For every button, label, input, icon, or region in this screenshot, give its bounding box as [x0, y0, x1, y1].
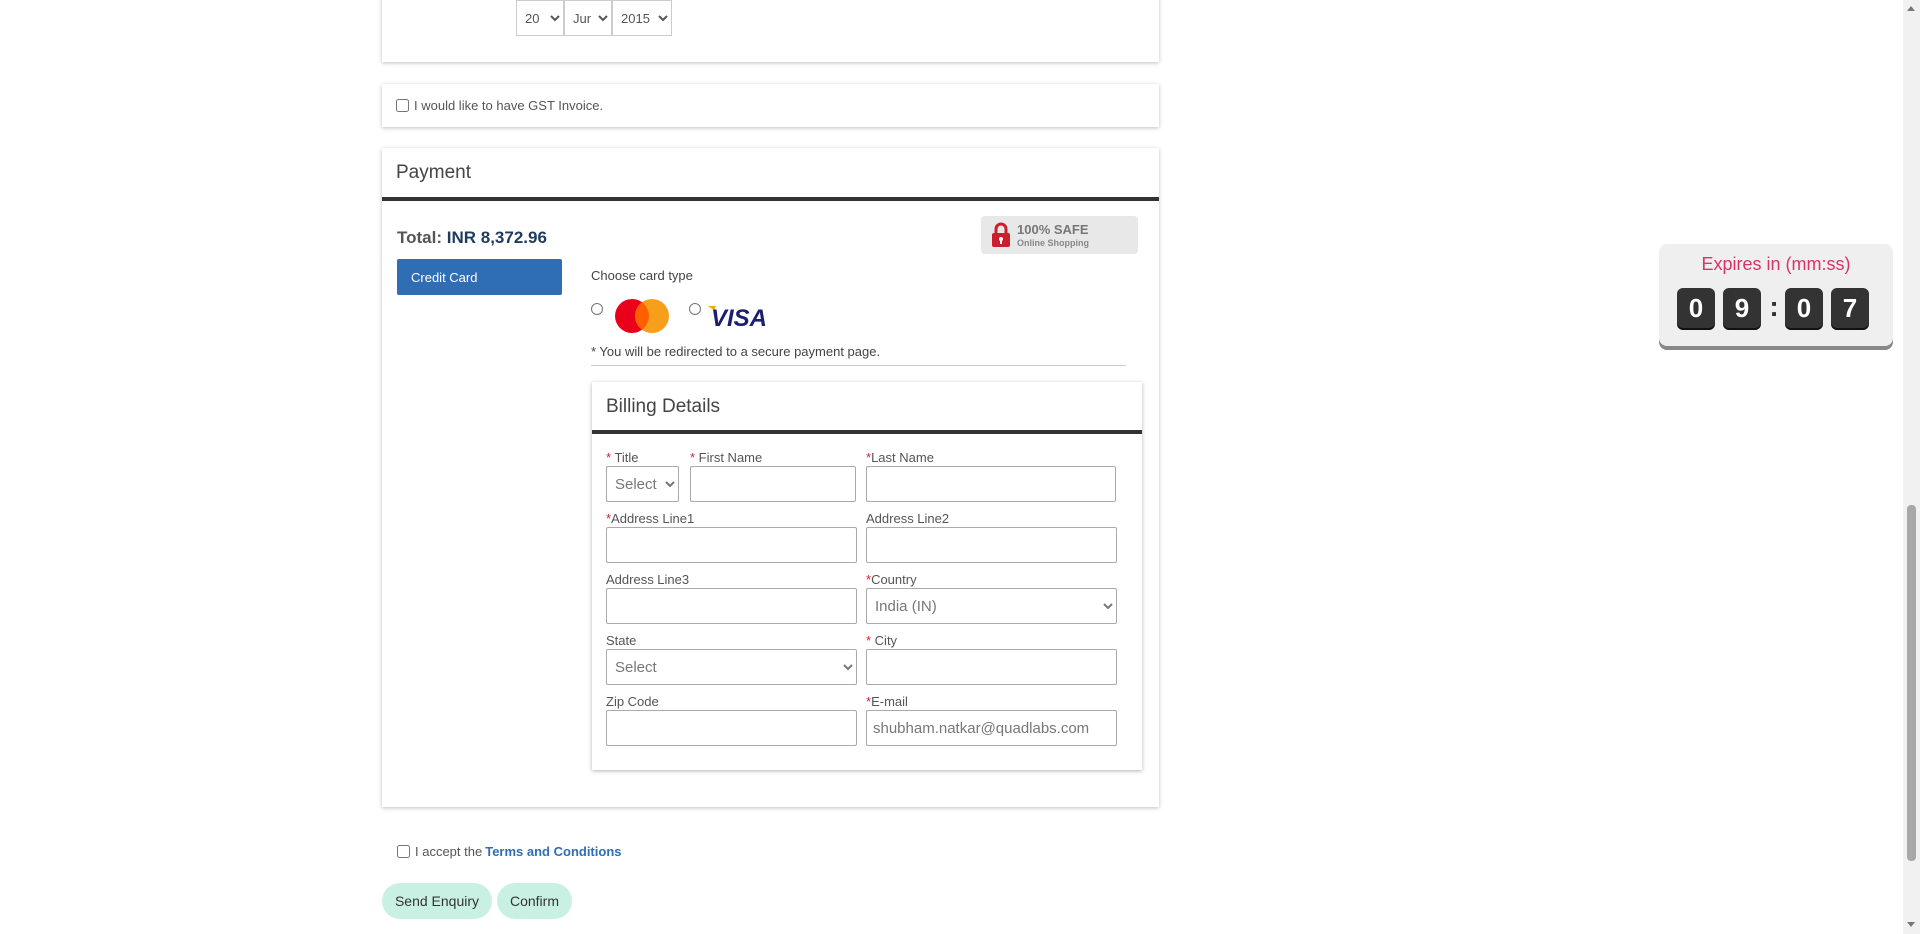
first-name-label: * First Name	[690, 450, 763, 465]
lock-icon	[992, 222, 1010, 247]
dob-month-select[interactable]: Jun	[564, 0, 612, 36]
zip-code-label: Zip Code	[606, 694, 659, 709]
safe-badge-title: 100% SAFE	[1017, 222, 1089, 237]
billing-title: Billing Details	[606, 396, 721, 417]
gst-checkbox-row[interactable]: I would like to have GST Invoice.	[396, 98, 603, 113]
state-select[interactable]: Select	[606, 649, 857, 685]
timer-digit: 9	[1723, 288, 1761, 328]
title-label: * Title	[606, 450, 639, 465]
email-label: *E-mail	[866, 694, 908, 709]
mastercard-logo	[615, 299, 669, 333]
timer-digit: 0	[1677, 288, 1715, 328]
dob-year-select[interactable]: 2015	[612, 0, 672, 36]
gst-checkbox[interactable]	[396, 99, 409, 112]
address-line2-input[interactable]	[866, 527, 1117, 563]
city-input[interactable]	[866, 649, 1117, 685]
svg-text:VISA: VISA	[711, 305, 767, 330]
city-label: * City	[866, 633, 898, 648]
timer-separator: :	[1769, 291, 1779, 322]
session-expiry-timer: Expires in (mm:ss) 0 9 : 0 7	[1659, 244, 1893, 346]
address-line1-input[interactable]	[606, 527, 857, 563]
last-name-label: *Last Name	[866, 450, 934, 465]
safe-badge-subtitle: Online Shopping	[1017, 238, 1089, 248]
country-label: *Country	[866, 572, 917, 587]
card-type-label: Choose card type	[591, 268, 693, 283]
timer-digit: 7	[1831, 288, 1869, 328]
billing-details-panel: Billing Details * Title Select * First N…	[592, 382, 1142, 770]
vertical-scrollbar[interactable]	[1903, 0, 1920, 934]
terms-link[interactable]: Terms and Conditions	[485, 844, 621, 859]
address-line2-label: Address Line2	[866, 511, 950, 526]
date-of-birth-selects: 20 Jun 2015	[516, 0, 672, 36]
scroll-thumb[interactable]	[1907, 505, 1916, 861]
address-line1-label: *Address Line1	[606, 511, 695, 526]
send-enquiry-button[interactable]: Send Enquiry	[382, 883, 492, 919]
gst-panel: I would like to have GST Invoice.	[382, 84, 1159, 127]
scroll-down-arrow-icon[interactable]	[1907, 922, 1915, 927]
timer-digit: 0	[1785, 288, 1823, 328]
terms-checkbox[interactable]	[397, 845, 410, 858]
gst-label: I would like to have GST Invoice.	[414, 98, 604, 113]
total-value: INR 8,372.96	[446, 228, 547, 247]
terms-checkbox-row[interactable]: I accept the Terms and Conditions	[397, 844, 621, 859]
last-name-input[interactable]	[866, 466, 1116, 502]
credit-card-button[interactable]: Credit Card	[397, 259, 562, 295]
redirect-note: * You will be redirected to a secure pay…	[591, 344, 881, 359]
visa-logo: VISA	[708, 305, 767, 330]
billing-divider	[592, 430, 1142, 434]
address-line3-label: Address Line3	[606, 572, 690, 587]
state-label: State	[606, 633, 637, 648]
payment-divider	[382, 197, 1159, 201]
terms-prefix: I accept the	[415, 844, 483, 859]
passenger-details-panel: 20 Jun 2015	[382, 0, 1159, 62]
timer-label: Expires in (mm:ss)	[1701, 254, 1851, 274]
visa-radio[interactable]	[689, 303, 701, 315]
mastercard-radio[interactable]	[591, 303, 603, 315]
total-amount: Total: INR 8,372.96	[397, 228, 547, 248]
confirm-button[interactable]: Confirm	[497, 883, 572, 919]
country-select[interactable]: India (IN)	[866, 588, 1117, 624]
zip-code-input[interactable]	[606, 710, 857, 746]
first-name-input[interactable]	[690, 466, 856, 502]
email-input[interactable]	[866, 710, 1117, 746]
title-select[interactable]: Select	[606, 466, 679, 502]
payment-title: Payment	[396, 162, 471, 183]
scroll-up-arrow-icon[interactable]	[1907, 6, 1915, 11]
dob-day-select[interactable]: 20	[516, 0, 564, 36]
card-type-divider	[591, 365, 1126, 366]
safe-shopping-badge: 100% SAFE Online Shopping	[981, 216, 1138, 254]
payment-panel: Payment Total: INR 8,372.96 Credit Card …	[382, 148, 1159, 807]
address-line3-input[interactable]	[606, 588, 857, 624]
total-label: Total:	[397, 228, 443, 247]
